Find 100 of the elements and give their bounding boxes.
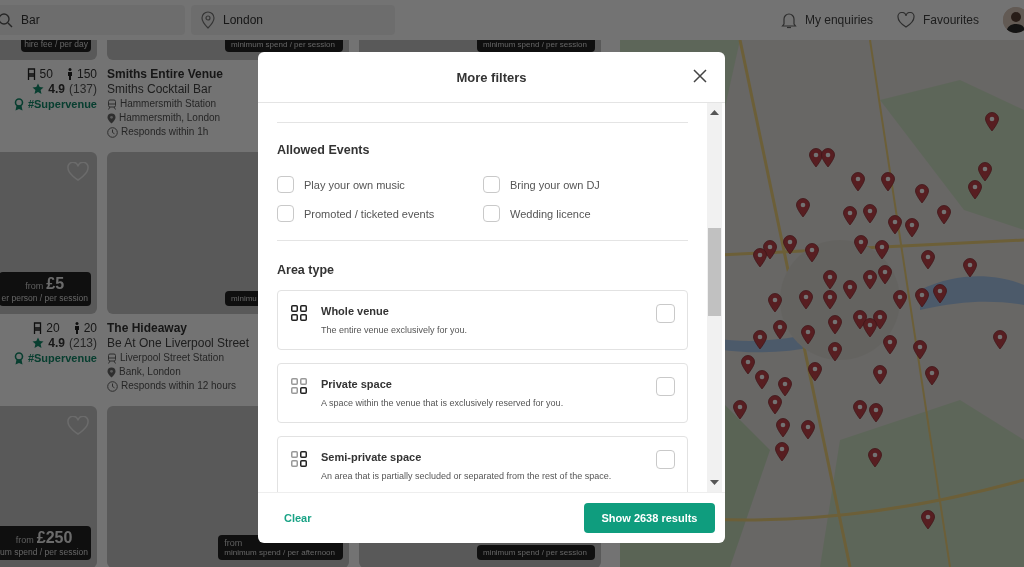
area-type-card[interactable]: Semi-private space An area that is partially secluded or separated from the rest of the space. — [277, 436, 688, 492]
venue-photo[interactable]: from £5 er person / per session — [0, 152, 97, 314]
map-pin-icon[interactable] — [755, 370, 769, 390]
location-field[interactable]: London — [191, 5, 395, 35]
checkbox-label[interactable]: Bring your own DJ — [510, 178, 600, 191]
map-pin-icon[interactable] — [933, 284, 947, 304]
clear-link[interactable]: Clear — [284, 512, 312, 524]
map-pin-icon[interactable] — [799, 290, 813, 310]
scroll-up-arrow-icon[interactable] — [710, 109, 719, 115]
supervenue-tag: #Supervenue — [27, 97, 97, 111]
scrollbar-thumb[interactable] — [708, 228, 721, 316]
map-pin-icon[interactable] — [763, 240, 777, 260]
map-pin-icon[interactable] — [853, 400, 867, 420]
map-pin-icon[interactable] — [805, 243, 819, 263]
map-pin-icon[interactable] — [883, 335, 897, 355]
checkbox-label[interactable]: Wedding licence — [510, 207, 591, 220]
map-pin-icon[interactable] — [733, 400, 747, 420]
venue-title[interactable]: Smiths Entire Venue — [107, 67, 224, 82]
map-pin-icon[interactable] — [869, 403, 883, 423]
map-pin-icon[interactable] — [863, 204, 877, 224]
checkbox[interactable] — [277, 176, 294, 193]
map-pin-icon[interactable] — [937, 205, 951, 225]
map-pin-icon[interactable] — [801, 420, 815, 440]
map-pin-icon[interactable] — [985, 112, 999, 132]
map-pin-icon[interactable] — [963, 258, 977, 278]
map-pin-icon[interactable] — [875, 240, 889, 260]
map-pin-icon[interactable] — [741, 355, 755, 375]
map-pin-icon[interactable] — [773, 320, 787, 340]
map-pin-icon[interactable] — [851, 172, 865, 192]
map-pin-icon[interactable] — [776, 418, 790, 438]
map-pin-icon[interactable] — [915, 184, 929, 204]
venue-photo[interactable]: hire fee / per day — [0, 40, 97, 60]
checkbox[interactable] — [483, 205, 500, 222]
chair-icon — [33, 322, 43, 334]
map-pin-icon[interactable] — [768, 293, 782, 313]
review-count: (137) — [69, 82, 97, 96]
map-pin-icon[interactable] — [888, 215, 902, 235]
map-pin-icon[interactable] — [823, 270, 837, 290]
area-type-card[interactable]: Whole venue The entire venue exclusively for you. — [277, 290, 688, 350]
map-pin-icon[interactable] — [873, 365, 887, 385]
person-icon — [73, 322, 80, 334]
area-type-description: A space within the venue that is exclusively reserved for you. — [321, 398, 565, 408]
scroll-down-arrow-icon[interactable] — [710, 480, 719, 486]
scrollbar[interactable] — [707, 103, 722, 492]
map-pin-icon[interactable] — [823, 290, 837, 310]
favourites-link[interactable]: Favourites — [896, 12, 979, 28]
map-pin-icon[interactable] — [868, 448, 882, 468]
map-pin-icon[interactable] — [778, 377, 792, 397]
map-pin-icon[interactable] — [968, 180, 982, 200]
grid-icon — [291, 305, 307, 321]
map-pin-icon[interactable] — [863, 318, 877, 338]
map-pin-icon[interactable] — [768, 395, 782, 415]
map-pin-icon[interactable] — [873, 310, 887, 330]
map-pin-icon[interactable] — [753, 248, 767, 268]
map-pin-icon[interactable] — [843, 280, 857, 300]
map-pin-icon[interactable] — [878, 265, 892, 285]
map-pin-icon[interactable] — [893, 290, 907, 310]
map-pin-icon[interactable] — [925, 366, 939, 386]
map-pin-icon[interactable] — [808, 362, 822, 382]
checkbox[interactable] — [656, 377, 675, 396]
map-pin-icon[interactable] — [775, 442, 789, 462]
area-type-card[interactable]: Private space A space within the venue that is exclusively reserved for you. — [277, 363, 688, 423]
map-pin-icon[interactable] — [809, 148, 823, 168]
map-pin-icon[interactable] — [821, 148, 835, 168]
map-pin-icon[interactable] — [828, 315, 842, 335]
person-icon — [66, 68, 73, 80]
location-pin-icon — [107, 366, 116, 378]
map-pin-icon[interactable] — [915, 288, 929, 308]
checkbox[interactable] — [656, 450, 675, 469]
map-pin-icon[interactable] — [853, 310, 867, 330]
map-pin-icon[interactable] — [993, 330, 1007, 350]
search-query: Bar — [21, 13, 40, 27]
checkbox[interactable] — [483, 176, 500, 193]
map-pin-icon[interactable] — [978, 162, 992, 182]
map-pin-icon[interactable] — [881, 172, 895, 192]
venue-title[interactable]: The Hideaway — [107, 321, 250, 336]
map-pin-icon[interactable] — [921, 510, 935, 530]
map-pin-icon[interactable] — [796, 198, 810, 218]
venue-photo[interactable]: from £250 um spend / per session — [0, 406, 97, 567]
award-icon — [13, 351, 24, 365]
close-button[interactable] — [693, 69, 707, 83]
map-pin-icon[interactable] — [905, 218, 919, 238]
review-count: (213) — [69, 336, 97, 350]
map-pin-icon[interactable] — [783, 235, 797, 255]
map-pin-icon[interactable] — [828, 342, 842, 362]
map-pin-icon[interactable] — [753, 330, 767, 350]
map-pin-icon[interactable] — [843, 206, 857, 226]
map-pin-icon[interactable] — [854, 235, 868, 255]
chair-icon — [26, 68, 36, 80]
enquiries-link[interactable]: My enquiries — [780, 11, 873, 29]
map-pin-icon[interactable] — [863, 270, 877, 290]
avatar[interactable] — [1003, 7, 1024, 33]
price-badge: minimum spend / per session — [476, 40, 595, 52]
map-pin-icon[interactable] — [913, 340, 927, 360]
checkbox[interactable] — [656, 304, 675, 323]
show-results-button[interactable]: Show 2638 results — [584, 503, 715, 533]
checkbox[interactable] — [277, 205, 294, 222]
search-field[interactable]: Bar — [0, 5, 185, 35]
map-pin-icon[interactable] — [921, 250, 935, 270]
map-pin-icon[interactable] — [801, 325, 815, 345]
